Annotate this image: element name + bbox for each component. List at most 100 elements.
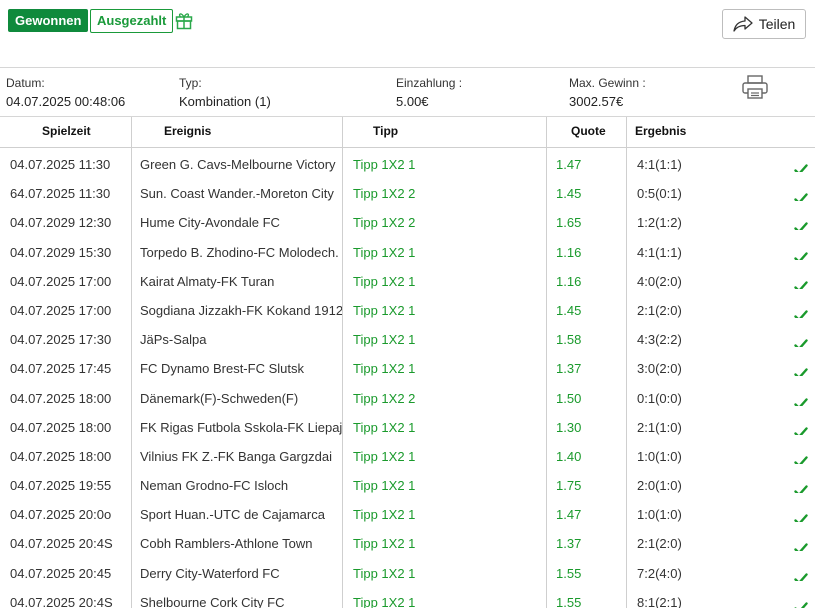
- row-kickoff-time: 04.07.2025 17:45: [10, 361, 112, 377]
- row-tip: Tipp 1X2 1: [353, 332, 416, 348]
- row-kickoff-time: 64.07.2025 11:30: [10, 186, 111, 202]
- row-odds: 1.45: [556, 302, 582, 318]
- row-odds: 1.75: [556, 478, 582, 494]
- row-event[interactable]: Shelbourne Cork City FC: [140, 588, 342, 608]
- gift-icon[interactable]: [175, 11, 193, 30]
- table-row[interactable]: 04.07.2025 17:30 JäPs-Salpa Tipp 1X2 1 1.58…: [0, 325, 815, 354]
- row-event[interactable]: Hume City-Avondale FC: [140, 208, 342, 237]
- header-event[interactable]: Ereignis: [164, 117, 211, 148]
- paid-out-badge: Ausgezahlt: [90, 9, 174, 33]
- row-event[interactable]: Vilnius FK Z.-FK Banga Gargzdai: [140, 442, 342, 471]
- row-tip: Tipp 1X2 1: [353, 507, 416, 523]
- row-kickoff-time: 04.07.2025 20:0o: [10, 507, 112, 523]
- row-kickoff-time: 04.07.2025 18:00: [10, 448, 112, 464]
- row-tip: Tipp 1X2 1: [353, 302, 416, 318]
- row-tip: Tipp 1X2 1: [353, 244, 416, 260]
- row-event[interactable]: Green G. Cavs-Melbourne Victory: [140, 150, 342, 179]
- type-value: Kombination (1): [179, 94, 271, 109]
- row-tip: Tipp 1X2 2: [353, 215, 416, 231]
- table-row[interactable]: 04.07.2025 20:4S Cobh Ramblers-Athlone To…: [0, 529, 815, 558]
- checkmark-icon: [794, 508, 810, 523]
- row-tip: Tipp 1X2 2: [353, 186, 416, 202]
- bet-selections-table: 04.07.2025 11:30 Green G. Cavs-Melbourne …: [0, 150, 815, 608]
- row-odds: 1.55: [556, 565, 582, 581]
- row-odds: 1.40: [556, 448, 582, 464]
- table-row[interactable]: 04.07.2025 17:00 Kairat Almaty-FK Turan Ti…: [0, 267, 815, 296]
- row-kickoff-time: 04.07.2025 20:45: [10, 565, 112, 581]
- row-kickoff-time: 04.07.2025 11:30: [10, 157, 111, 172]
- row-kickoff-time: 04.07.2025 19:55: [10, 478, 112, 494]
- table-row[interactable]: 04.07.2025 20:0o Sport Huan.-UTC de Cajam…: [0, 500, 815, 529]
- checkmark-icon: [794, 275, 810, 289]
- row-odds: 1.50: [556, 390, 582, 406]
- header-tip[interactable]: Tipp: [373, 117, 398, 148]
- date-value: 04.07.2025 00:48:06: [6, 94, 126, 109]
- row-result: 2:1(2:0): [637, 536, 682, 552]
- row-odds: 1.65: [556, 215, 582, 231]
- printer-icon[interactable]: [741, 74, 769, 100]
- row-result: 1:0(1:0): [637, 448, 682, 464]
- type-label: Typ:: [179, 76, 202, 90]
- row-result: 4:1(1:1): [637, 244, 682, 260]
- row-odds: 1.58: [556, 332, 582, 348]
- row-kickoff-time: 04.07.2025 17:00: [10, 273, 112, 289]
- date-info: Datum: 04.07.2025 00:48:06: [6, 76, 125, 109]
- row-odds: 1.47: [556, 157, 582, 172]
- table-row[interactable]: 04.07.2025 18:00 Dänemark(F)-Schweden(F) T…: [0, 384, 815, 413]
- row-result: 0:5(0:1): [637, 186, 682, 202]
- checkmark-icon: [794, 537, 810, 552]
- checkmark-icon: [794, 246, 810, 260]
- row-event[interactable]: Sport Huan.-UTC de Cajamarca: [140, 500, 342, 529]
- row-tip: Tipp 1X2 1: [353, 273, 416, 289]
- bet-header: Gewonnen Ausgezahlt Teilen: [0, 0, 815, 68]
- checkmark-icon: [794, 304, 810, 318]
- row-tip: Tipp 1X2 1: [353, 565, 416, 581]
- row-result: 0:1(0:0): [637, 390, 682, 406]
- row-event[interactable]: Sogdiana Jizzakh-FK Kokand 1912: [140, 296, 342, 325]
- row-event[interactable]: Kairat Almaty-FK Turan: [140, 267, 342, 296]
- checkmark-icon: [794, 216, 810, 231]
- checkmark-icon: [794, 450, 810, 464]
- row-event[interactable]: Derry City-Waterford FC: [140, 559, 342, 588]
- header-result[interactable]: Ergebnis: [635, 117, 686, 148]
- row-event[interactable]: Dänemark(F)-Schweden(F): [140, 384, 342, 413]
- table-row[interactable]: 04.07.2025 20:45 Derry City-Waterford FC T…: [0, 559, 815, 588]
- table-row[interactable]: 04.07.2025 20:4S Shelbourne Cork City FC T…: [0, 588, 815, 608]
- checkmark-icon: [794, 362, 810, 377]
- row-result: 4:0(2:0): [637, 273, 682, 289]
- bet-info: Datum: 04.07.2025 00:48:06 Typ: Kombinat…: [0, 68, 815, 117]
- share-label: Teilen: [758, 16, 796, 32]
- row-kickoff-time: 04.07.2025 18:00: [10, 390, 112, 406]
- row-odds: 1.30: [556, 419, 582, 435]
- checkmark-icon: [794, 392, 810, 406]
- row-tip: Tipp 1X2 1: [353, 419, 416, 435]
- table-row[interactable]: 04.07.2025 18:00 Vilnius FK Z.-FK Banga G…: [0, 442, 815, 471]
- row-event[interactable]: FK Rigas Futbola Sskola-FK Liepaja: [140, 413, 342, 442]
- row-event[interactable]: JäPs-Salpa: [140, 325, 342, 354]
- row-tip: Tipp 1X2 1: [353, 536, 416, 552]
- header-odds[interactable]: Quote: [571, 117, 606, 148]
- table-row[interactable]: 04.07.2029 12:30 Hume City-Avondale FC Tip…: [0, 208, 815, 237]
- table-row[interactable]: 04.07.2025 19:55 Neman Grodno-FC Isloch Ti…: [0, 471, 815, 500]
- row-kickoff-time: 04.07.2025 17:30: [10, 332, 112, 348]
- table-row[interactable]: 04.07.2025 18:00 FK Rigas Futbola Sskola-…: [0, 413, 815, 442]
- row-event[interactable]: Sun. Coast Wander.-Moreton City: [140, 179, 342, 208]
- checkmark-icon: [794, 158, 810, 172]
- table-row[interactable]: 64.07.2025 11:30 Sun. Coast Wander.-Moret…: [0, 179, 815, 208]
- row-event[interactable]: FC Dynamo Brest-FC Slutsk: [140, 354, 342, 383]
- table-row[interactable]: 04.07.2025 11:30 Green G. Cavs-Melbourne …: [0, 150, 815, 179]
- share-arrow-icon: [733, 16, 753, 32]
- row-result: 7:2(4:0): [637, 565, 682, 581]
- header-kickoff[interactable]: Spielzeit: [42, 117, 91, 148]
- row-result: 4:1(1:1): [637, 157, 682, 172]
- table-row[interactable]: 04.07.2029 15:30 Torpedo B. Zhodino-FC Mo…: [0, 238, 815, 267]
- row-event[interactable]: Cobh Ramblers-Athlone Town: [140, 529, 342, 558]
- table-row[interactable]: 04.07.2025 17:00 Sogdiana Jizzakh-FK Koka…: [0, 296, 815, 325]
- max-win-info: Max. Gewinn : 3002.57€: [569, 76, 646, 109]
- row-event[interactable]: Torpedo B. Zhodino-FC Molodech.: [140, 238, 342, 267]
- row-tip: Tipp 1X2 1: [353, 157, 416, 172]
- max-win-value: 3002.57€: [569, 94, 624, 109]
- table-row[interactable]: 04.07.2025 17:45 FC Dynamo Brest-FC Sluts…: [0, 354, 815, 383]
- share-button[interactable]: Teilen: [722, 9, 806, 39]
- row-event[interactable]: Neman Grodno-FC Isloch: [140, 471, 342, 500]
